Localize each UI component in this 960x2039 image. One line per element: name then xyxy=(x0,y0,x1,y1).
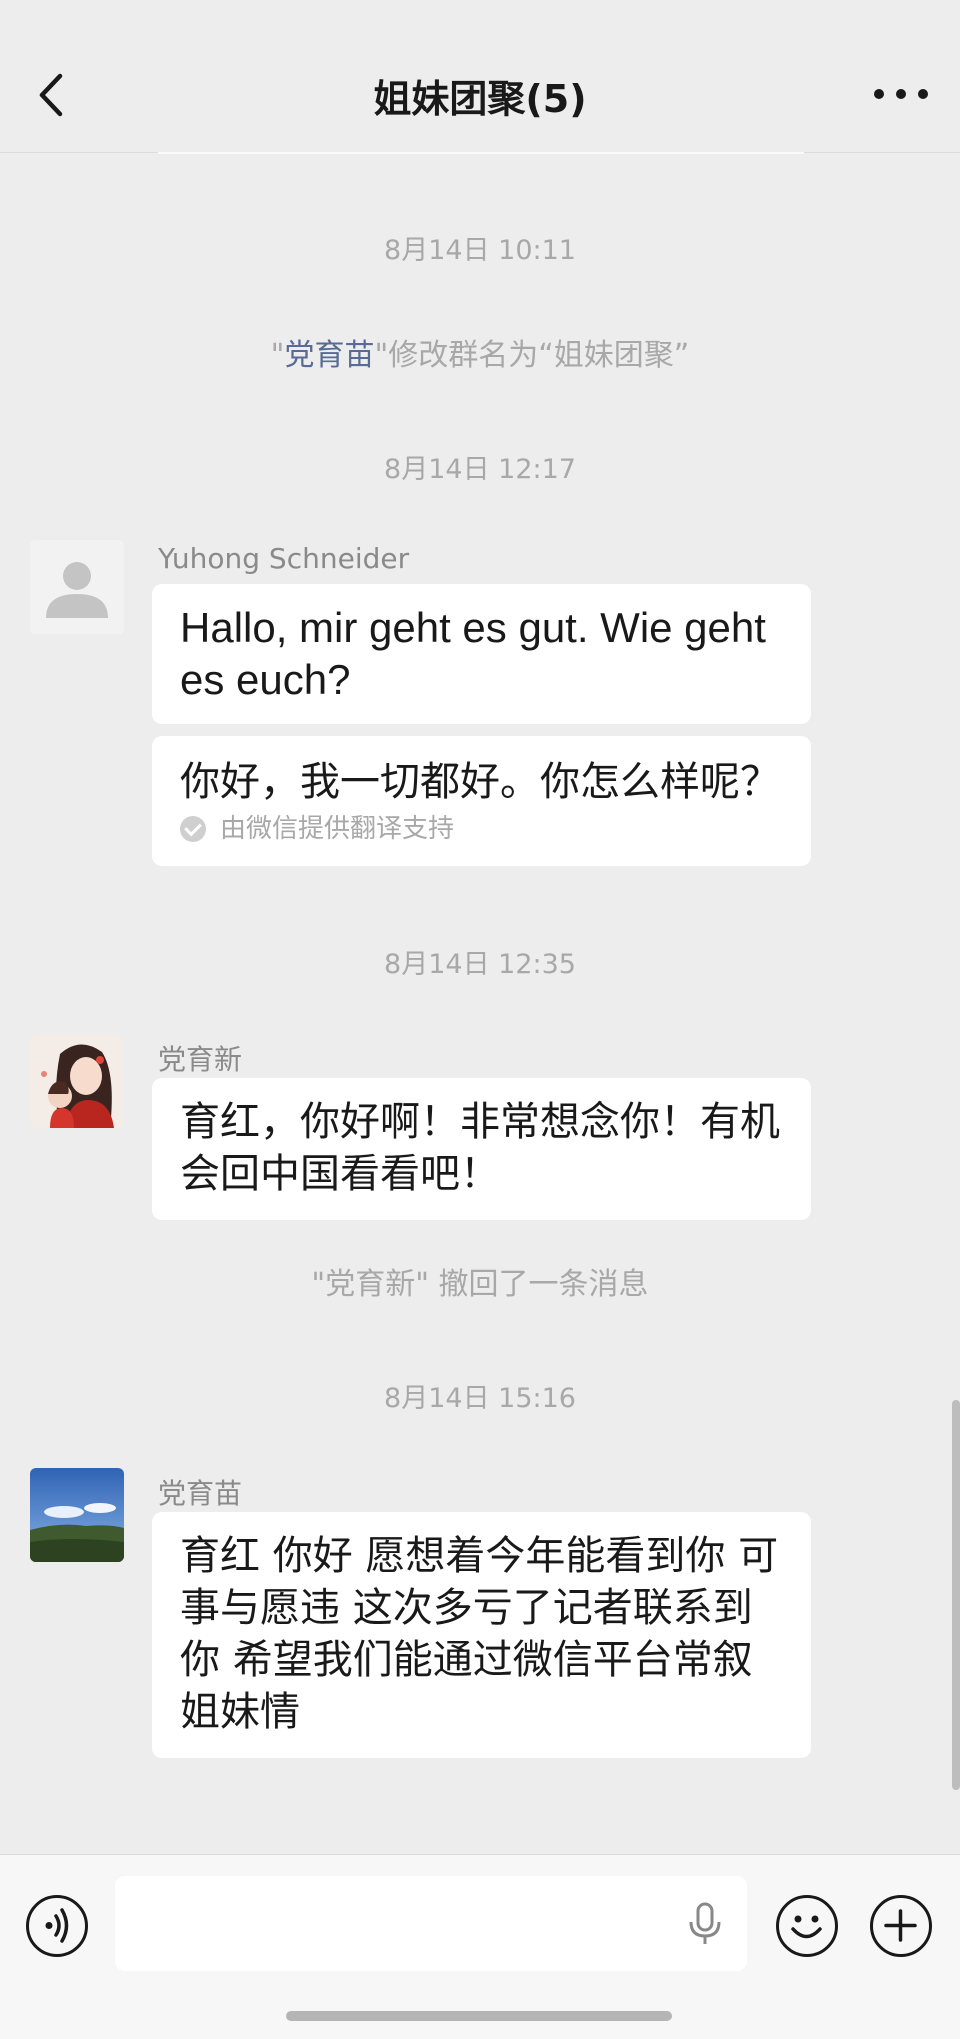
message-text: 育红 你好 愿想着今年能看到你 可事与愿违 这次多亏了记者联系到你 希望我们能通… xyxy=(180,1533,779,1735)
scrollbar[interactable] xyxy=(952,1400,960,1790)
system-notice-rename: "党育苗"修改群名为“姐妹团聚” xyxy=(0,330,960,374)
message-text: 育红，你好啊！非常想念你！有机会回中国看看吧！ xyxy=(180,1099,780,1197)
default-avatar-icon xyxy=(30,540,124,634)
avatar-dang-yuxin[interactable] xyxy=(30,1034,124,1128)
sender-name: 党育新 xyxy=(158,1043,243,1076)
chat-header: 姐妹团聚(5) xyxy=(0,0,960,153)
avatar-image xyxy=(30,1034,124,1128)
chat-title: 姐妹团聚(5) xyxy=(373,77,587,121)
plus-icon xyxy=(884,1909,917,1942)
message-bubble[interactable]: 育红 你好 愿想着今年能看到你 可事与愿违 这次多亏了记者联系到你 希望我们能通… xyxy=(152,1512,811,1758)
avatar-image xyxy=(30,1468,124,1562)
emoji-button[interactable] xyxy=(776,1895,838,1957)
notice-actor-link[interactable]: 党育苗 xyxy=(284,338,374,373)
notice-text: "修改群名为“姐妹团聚” xyxy=(374,338,690,373)
translation-text: 你好，我一切都好。你怎么样呢？ xyxy=(180,759,780,805)
home-indicator[interactable] xyxy=(286,2011,672,2021)
timestamp: 8月14日 12:17 xyxy=(384,454,576,485)
input-bar xyxy=(0,1854,960,2039)
message-bubble[interactable]: Hallo, mir geht es gut. Wie geht es euch… xyxy=(152,584,811,724)
more-actions-button[interactable] xyxy=(870,1895,932,1957)
translation-bubble[interactable]: 你好，我一切都好。你怎么样呢？ 由微信提供翻译支持 xyxy=(152,736,811,866)
system-notice-recall: "党育新" 撤回了一条消息 xyxy=(311,1267,649,1302)
avatar-yuhong[interactable] xyxy=(30,540,124,634)
message-text: Hallo, mir geht es gut. Wie geht es euch… xyxy=(180,604,766,703)
voice-mode-icon xyxy=(45,1908,69,1943)
ellipsis-icon xyxy=(874,89,928,99)
avatar-dang-yumiao[interactable] xyxy=(30,1468,124,1562)
timestamp: 8月14日 10:11 xyxy=(384,235,576,266)
more-button[interactable] xyxy=(866,74,936,114)
translation-attribution: 由微信提供翻译支持 xyxy=(180,812,783,846)
previous-message-edge xyxy=(158,152,804,154)
sender-name: 党育苗 xyxy=(158,1477,243,1510)
microphone-icon[interactable] xyxy=(685,1902,725,1946)
emoji-icon xyxy=(791,1915,822,1939)
timestamp: 8月14日 12:35 xyxy=(384,949,576,980)
check-circle-icon xyxy=(180,816,206,842)
message-input[interactable] xyxy=(115,1876,747,1971)
message-bubble[interactable]: 育红，你好啊！非常想念你！有机会回中国看看吧！ xyxy=(152,1078,811,1220)
translation-note-text: 由微信提供翻译支持 xyxy=(220,814,455,844)
voice-toggle-button[interactable] xyxy=(26,1895,88,1957)
notice-quote: " xyxy=(270,338,285,373)
sender-name: Yuhong Schneider xyxy=(158,542,410,575)
timestamp: 8月14日 15:16 xyxy=(384,1383,576,1414)
